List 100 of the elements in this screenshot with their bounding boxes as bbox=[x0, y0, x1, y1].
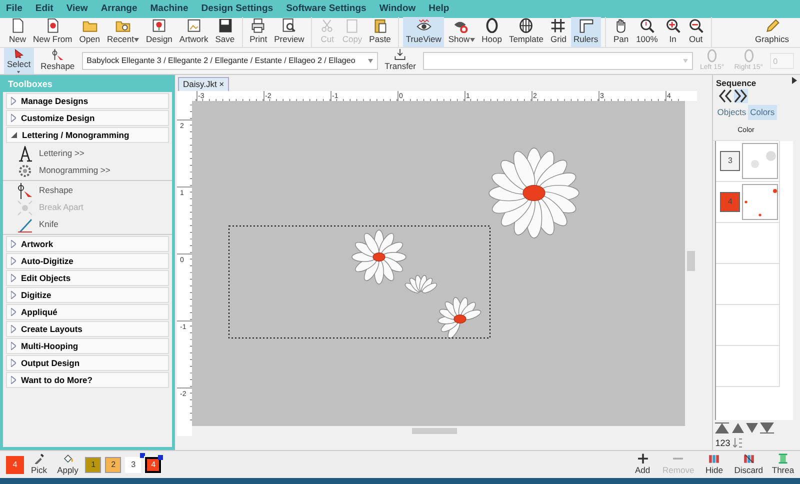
toolbox-section[interactable]: Artwork bbox=[6, 236, 169, 252]
close-button[interactable]: × bbox=[219, 78, 224, 91]
toolbar-button[interactable]: Design bbox=[142, 17, 176, 47]
toolbar-button[interactable]: Open bbox=[76, 17, 104, 47]
color-tool-button[interactable]: Pick bbox=[28, 452, 50, 478]
sort-icon bbox=[732, 438, 743, 448]
node-arrow-icon bbox=[17, 182, 33, 198]
empty-row bbox=[716, 304, 780, 346]
move-down-icon[interactable] bbox=[746, 422, 758, 434]
daisy-drawing[interactable] bbox=[488, 148, 580, 238]
hoop-icon bbox=[742, 49, 755, 62]
move-up-icon[interactable] bbox=[732, 422, 744, 434]
double-chevron-right-icon[interactable] bbox=[734, 89, 748, 103]
menu-item[interactable]: Help bbox=[428, 0, 450, 18]
burst-icon bbox=[17, 200, 33, 216]
toolbox-section[interactable]: Digitize bbox=[6, 287, 169, 303]
expand-triangle-icon bbox=[11, 257, 16, 265]
toolbar-button[interactable]: 100% bbox=[633, 17, 661, 47]
tool-button[interactable]: Reshape bbox=[38, 48, 78, 74]
color-action-button[interactable]: Discard bbox=[731, 452, 766, 478]
expand-triangle-icon bbox=[11, 114, 16, 122]
expand-triangle-icon bbox=[11, 359, 16, 367]
menu-item[interactable]: Machine bbox=[150, 0, 188, 18]
toolbox-section[interactable]: Lettering / Monogramming bbox=[6, 127, 169, 143]
toolbox-section[interactable]: Customize Design bbox=[6, 110, 169, 126]
toolbox-item[interactable]: Reshape bbox=[3, 182, 172, 199]
move-to-bottom-icon[interactable] bbox=[760, 422, 774, 434]
color-action-button[interactable]: Add bbox=[626, 452, 660, 478]
toolbox-section[interactable]: Multi-Hooping bbox=[6, 338, 169, 354]
sort-label[interactable]: 123 bbox=[715, 436, 730, 450]
palette-swatch[interactable]: 4 bbox=[145, 456, 162, 472]
daisy-drawing[interactable] bbox=[438, 297, 482, 339]
expand-triangle-icon bbox=[11, 291, 16, 299]
palette-swatch[interactable]: 2 bbox=[105, 456, 122, 472]
toolbar-button[interactable]: Paste bbox=[366, 17, 394, 47]
toolbar-button[interactable]: Grid bbox=[547, 17, 570, 47]
double-chevron-left-icon[interactable] bbox=[718, 89, 732, 103]
panel-title: Toolboxes bbox=[3, 75, 172, 92]
toolbar-button[interactable]: Save bbox=[212, 17, 238, 47]
scroll-thumb[interactable] bbox=[412, 428, 458, 434]
letter-a-icon bbox=[17, 146, 33, 162]
toolbox-section[interactable]: Edit Objects bbox=[6, 270, 169, 286]
toolbar-button[interactable]: Hoop bbox=[478, 17, 505, 47]
color-action-button[interactable]: Threa bbox=[766, 452, 800, 478]
toolbox-section[interactable]: Want to do More? bbox=[6, 372, 169, 388]
toolbar-button[interactable]: Graphics bbox=[752, 17, 792, 47]
toolbox-section[interactable]: Create Layouts bbox=[6, 321, 169, 337]
daisy-drawing[interactable] bbox=[352, 230, 407, 284]
document-tab[interactable]: Daisy.Jkt × bbox=[178, 77, 230, 91]
toolbox-section[interactable]: Manage Designs bbox=[6, 93, 169, 109]
move-to-top-icon[interactable] bbox=[715, 422, 730, 434]
toolbar-button[interactable]: In bbox=[662, 17, 684, 47]
collapse-triangle-icon bbox=[11, 132, 17, 138]
current-color-swatch[interactable]: 4 bbox=[6, 456, 24, 474]
toolbox-section[interactable]: Appliqué bbox=[6, 304, 169, 320]
panel-tab[interactable]: Objects bbox=[715, 105, 748, 120]
color-swatch[interactable]: 3 bbox=[720, 150, 740, 170]
selection-frame[interactable] bbox=[228, 226, 491, 338]
toolbar-button[interactable]: Preview bbox=[271, 17, 308, 47]
toolbox-item[interactable]: Monogramming >> bbox=[3, 162, 172, 179]
expand-triangle-icon bbox=[11, 274, 16, 282]
menu-item[interactable]: Software Settings bbox=[286, 0, 366, 18]
scroll-thumb[interactable] bbox=[687, 251, 696, 271]
toolbar-button[interactable]: TrueView bbox=[402, 17, 444, 47]
expand-triangle-icon bbox=[11, 308, 16, 316]
empty-row bbox=[716, 346, 780, 386]
knife-icon bbox=[17, 216, 33, 232]
tool-button[interactable]: Select bbox=[4, 48, 34, 74]
toolbar-button[interactable]: Template bbox=[506, 17, 546, 47]
toolbar-button[interactable]: Recent bbox=[104, 17, 142, 47]
toolbox-section[interactable]: Auto-Digitize bbox=[6, 253, 169, 269]
toolbar-button[interactable]: Print bbox=[246, 17, 270, 47]
hoop-icon bbox=[706, 49, 718, 62]
toolbar-button[interactable]: Show bbox=[445, 17, 478, 47]
caret-icon bbox=[368, 59, 373, 63]
menu-item[interactable]: Arrange bbox=[100, 0, 138, 18]
toolbox-item[interactable]: Knife bbox=[3, 216, 172, 233]
toolbox-section[interactable]: Output Design bbox=[6, 355, 169, 371]
toolbar-button[interactable]: Artwork bbox=[176, 17, 212, 47]
toolbar-button[interactable]: Out bbox=[684, 17, 707, 47]
toolbox-item[interactable]: Lettering >> bbox=[3, 145, 172, 162]
palette-swatch[interactable]: 1 bbox=[85, 456, 102, 472]
menu-item[interactable]: View bbox=[66, 0, 88, 18]
menu-item[interactable]: Edit bbox=[35, 0, 54, 18]
transfer-button[interactable]: Transfer bbox=[382, 48, 419, 74]
machine-dropdown[interactable]: Babylock Ellegante 3 / Ellegante 2 / Ellegante / Estante / Ellageo 2 / Ellageo bbox=[82, 52, 378, 70]
thumbnail-drawing bbox=[742, 184, 778, 220]
color-action-button[interactable]: Hide bbox=[697, 452, 732, 478]
expand-triangle-icon bbox=[11, 97, 16, 105]
menu-item[interactable]: Design Settings bbox=[201, 0, 274, 18]
menu-item[interactable]: File bbox=[6, 0, 22, 18]
daisy-drawing[interactable] bbox=[405, 275, 438, 294]
toolbar-button[interactable]: New From bbox=[30, 17, 76, 47]
toolbar-button[interactable]: New bbox=[6, 17, 30, 47]
toolbar-button[interactable]: Rulers bbox=[570, 17, 602, 47]
toolbar-button[interactable]: Pan bbox=[610, 17, 632, 47]
menu-item[interactable]: Window bbox=[379, 0, 416, 18]
panel-title: Sequence bbox=[716, 77, 756, 87]
color-tool-button[interactable]: Apply bbox=[54, 452, 82, 478]
panel-tab[interactable]: Colors bbox=[748, 105, 777, 120]
